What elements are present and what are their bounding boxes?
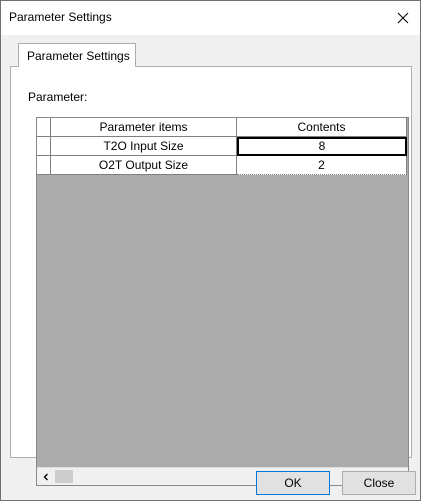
row-header[interactable]	[37, 156, 51, 175]
parameter-settings-dialog: Parameter Settings Parameter Settings Pa…	[0, 0, 421, 501]
close-window-button[interactable]	[390, 5, 416, 31]
parameter-grid: Parameter items Contents T2O Input Size …	[36, 117, 409, 486]
title-bar: Parameter Settings	[1, 1, 420, 35]
param-value-cell[interactable]: 2	[237, 156, 407, 175]
column-header-contents[interactable]: Contents	[237, 118, 407, 137]
window-title: Parameter Settings	[9, 10, 112, 24]
table-row[interactable]: T2O Input Size 8	[37, 137, 407, 156]
scroll-thumb[interactable]	[55, 470, 73, 483]
header-corner	[37, 118, 51, 137]
parameter-label: Parameter:	[28, 90, 88, 104]
tab-parameter-settings[interactable]: Parameter Settings	[18, 43, 136, 67]
header-row: Parameter items Contents	[37, 118, 407, 137]
column-header-items[interactable]: Parameter items	[51, 118, 237, 137]
close-button[interactable]: Close	[342, 471, 416, 495]
scroll-left-button[interactable]	[37, 468, 54, 485]
chevron-left-icon	[43, 473, 48, 480]
param-item-cell: T2O Input Size	[51, 137, 237, 156]
close-icon	[397, 12, 409, 24]
dialog-client-area: Parameter Settings Parameter: Parameter …	[1, 35, 420, 500]
ok-button[interactable]: OK	[256, 471, 330, 495]
grid-body: Parameter items Contents T2O Input Size …	[37, 118, 408, 468]
param-value-cell[interactable]: 8	[237, 137, 407, 156]
row-header[interactable]	[37, 137, 51, 156]
table-row[interactable]: O2T Output Size 2	[37, 156, 407, 175]
param-item-cell: O2T Output Size	[51, 156, 237, 175]
